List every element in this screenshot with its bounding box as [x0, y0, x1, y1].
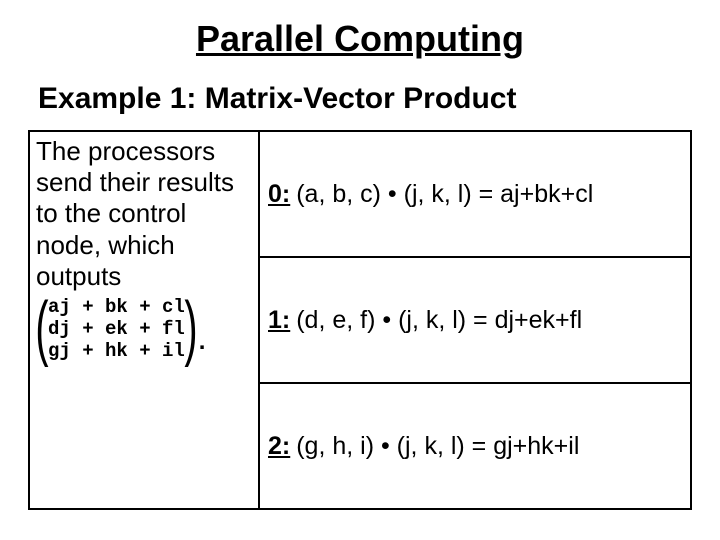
period: . — [199, 328, 206, 356]
matrix-row-1: dj + ek + fl — [48, 318, 185, 340]
processor-row-1: 1: (d, e, f) • (j, k, l) = dj+ek+fl — [260, 258, 690, 384]
matrix-row-2: gj + hk + il — [48, 340, 185, 362]
paren-right-icon: ) — [184, 300, 197, 358]
slide: Parallel Computing Example 1: Matrix-Vec… — [0, 0, 720, 540]
matrix-body: aj + bk + cl dj + ek + fl gj + hk + il — [48, 296, 185, 362]
matrix-row-0: aj + bk + cl — [48, 296, 185, 318]
description-text: The processors send their results to the… — [36, 136, 252, 292]
right-column: 0: (a, b, c) • (j, k, l) = aj+bk+cl 1: (… — [260, 132, 690, 508]
processor-row-2: 2: (g, h, i) • (j, k, l) = gj+hk+il — [260, 384, 690, 508]
slide-title: Parallel Computing — [28, 18, 692, 60]
slide-subtitle: Example 1: Matrix-Vector Product — [38, 82, 692, 116]
content-area: The processors send their results to the… — [28, 130, 692, 510]
processor-label: 2: — [268, 432, 290, 461]
processor-label: 1: — [268, 306, 290, 335]
processor-text: (a, b, c) • (j, k, l) = aj+bk+cl — [296, 180, 593, 209]
processor-row-0: 0: (a, b, c) • (j, k, l) = aj+bk+cl — [260, 132, 690, 258]
processor-text: (d, e, f) • (j, k, l) = dj+ek+fl — [296, 306, 582, 335]
output-matrix: ( aj + bk + cl dj + ek + fl gj + hk + il… — [36, 296, 252, 362]
processor-text: (g, h, i) • (j, k, l) = gj+hk+il — [296, 432, 579, 461]
processor-label: 0: — [268, 180, 290, 209]
left-column: The processors send their results to the… — [30, 132, 260, 508]
paren-left-icon: ( — [35, 300, 48, 358]
